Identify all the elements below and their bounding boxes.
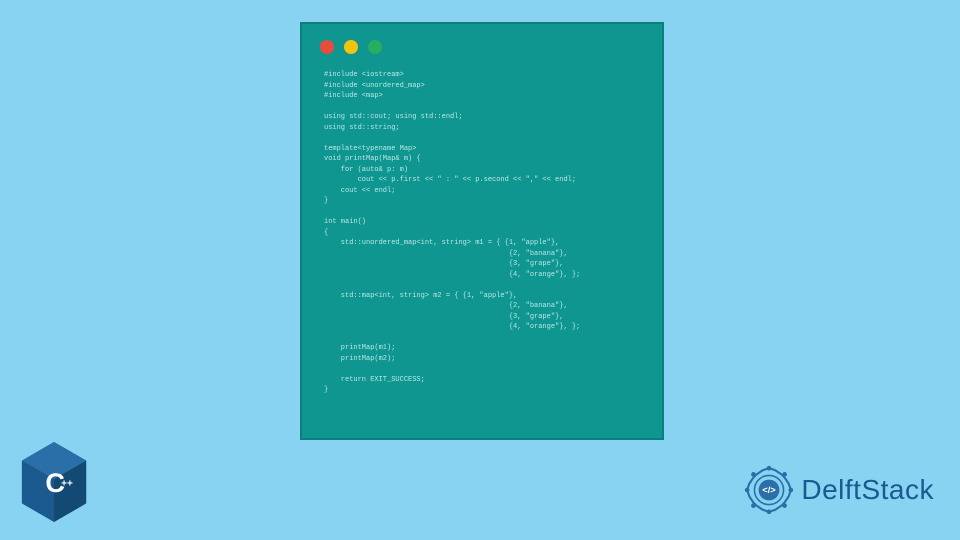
- maximize-dot-icon: [368, 40, 382, 54]
- close-dot-icon: [320, 40, 334, 54]
- minimize-dot-icon: [344, 40, 358, 54]
- code-content: #include <iostream> #include <unordered_…: [302, 64, 662, 402]
- code-window: #include <iostream> #include <unordered_…: [300, 22, 664, 440]
- delftstack-logo-icon: </>: [743, 464, 795, 516]
- delftstack-brand: </> DelftStack: [743, 464, 934, 516]
- delftstack-label: DelftStack: [801, 474, 934, 506]
- svg-text:</>: </>: [763, 485, 777, 495]
- svg-text:++: ++: [61, 478, 73, 489]
- cpp-logo-icon: C ++: [18, 442, 90, 522]
- window-dots: [302, 24, 662, 64]
